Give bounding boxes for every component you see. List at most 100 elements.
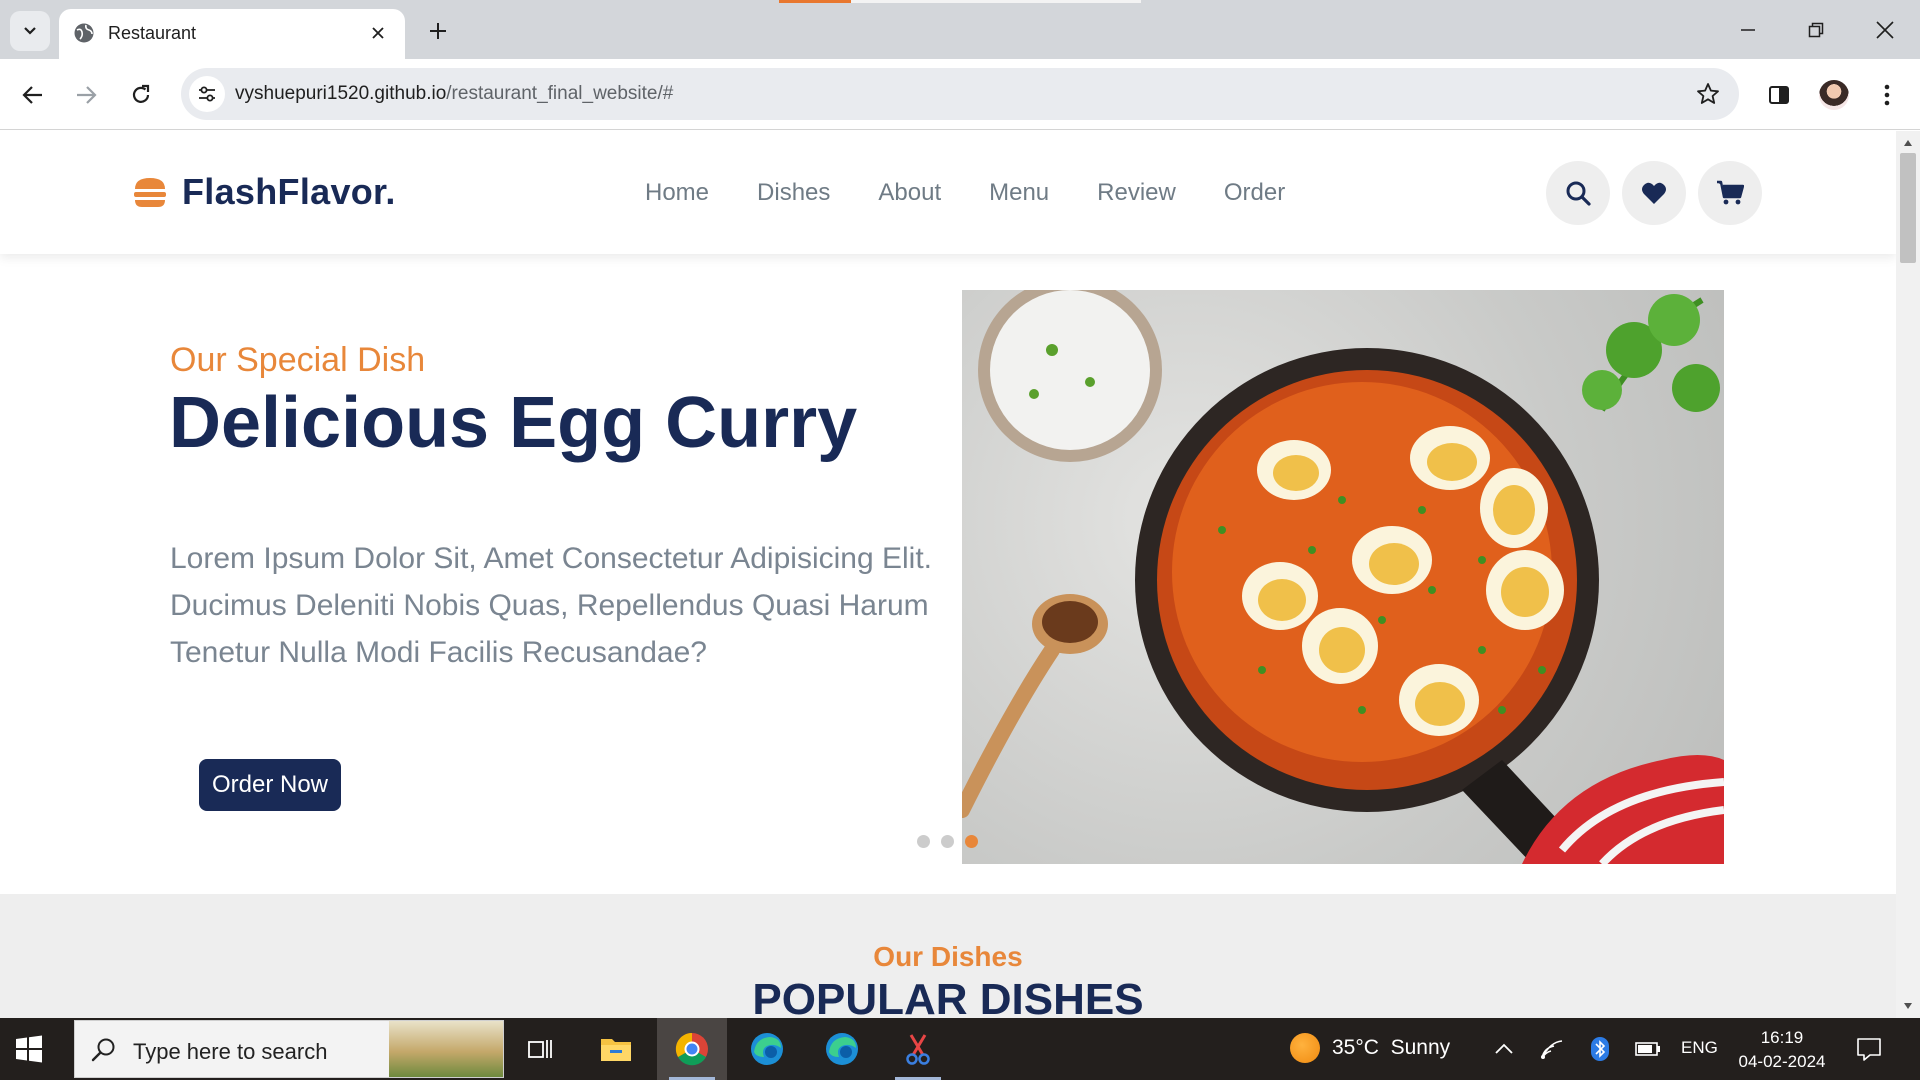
avatar [1819, 80, 1849, 110]
notification-icon [1857, 1038, 1881, 1061]
slider-dots [917, 835, 978, 848]
dishes-title: POPULAR DISHES [752, 975, 1144, 1018]
search-highlight-illustration [389, 1021, 503, 1077]
main-nav: Home Dishes About Menu Review Order [645, 179, 1285, 207]
heart-icon [1642, 182, 1666, 204]
hero-subtitle: Our Special Dish [170, 341, 426, 379]
url-text[interactable]: vyshuepuri1520.github.io/restaurant_fina… [235, 83, 673, 105]
star-icon [1697, 83, 1719, 104]
nav-about[interactable]: About [878, 179, 941, 207]
scissors-icon [906, 1034, 930, 1065]
browser-tab[interactable]: Restaurant [59, 9, 405, 59]
dishes-section: Our Dishes POPULAR DISHES [0, 894, 1896, 1018]
clock-time: 16:19 [1760, 1028, 1804, 1047]
tab-title: Restaurant [108, 23, 197, 43]
tab-search-button[interactable] [10, 11, 50, 51]
clock-date: 04-02-2024 [1738, 1052, 1826, 1071]
taskbar-search-placeholder: Type here to search [133, 1039, 328, 1064]
side-panel-icon [1769, 86, 1789, 104]
triangle-up-icon [1904, 140, 1912, 146]
nav-menu[interactable]: Menu [989, 179, 1049, 207]
hero-description: Lorem Ipsum Dolor Sit, Amet Consectetur … [170, 542, 932, 669]
notifications-button[interactable] [1854, 1034, 1884, 1064]
task-view-button[interactable] [506, 1018, 576, 1080]
more-vert-icon [1884, 84, 1890, 106]
folder-icon [601, 1039, 631, 1061]
cart-button[interactable] [1698, 161, 1762, 225]
reload-button[interactable] [121, 75, 161, 115]
page-scrollbar[interactable] [1896, 131, 1920, 1018]
battery-icon [1635, 1042, 1660, 1056]
bluetooth-icon [1591, 1037, 1609, 1061]
burger-icon [134, 178, 166, 207]
favorites-button[interactable] [1622, 161, 1686, 225]
reload-icon [132, 84, 150, 103]
taskbar-chrome[interactable] [657, 1018, 727, 1080]
site-header: FlashFlavor. Home Dishes About Menu Revi… [0, 131, 1896, 254]
restore-button[interactable] [1786, 8, 1846, 52]
scroll-down-arrow[interactable] [1902, 1000, 1914, 1012]
tab-close-button[interactable] [365, 20, 391, 46]
logo[interactable]: FlashFlavor. [132, 171, 396, 213]
task-view-icon [528, 1040, 552, 1058]
wifi-icon [1541, 1040, 1563, 1059]
minimize-button[interactable] [1718, 8, 1778, 52]
globe-icon [74, 23, 94, 43]
network-button[interactable] [1539, 1036, 1565, 1062]
profile-button[interactable] [1814, 75, 1854, 115]
nav-order[interactable]: Order [1224, 179, 1285, 207]
slider-dot-1[interactable] [917, 835, 930, 848]
restore-icon [1808, 22, 1824, 38]
url-path: /restaurant_final_website/# [446, 83, 674, 104]
taskbar-edge[interactable] [732, 1018, 802, 1080]
battery-button[interactable] [1635, 1036, 1661, 1062]
slider-dot-2[interactable] [941, 835, 954, 848]
chrome-icon [675, 1032, 708, 1066]
taskbar-file-explorer[interactable] [581, 1018, 651, 1080]
taskbar-edge-beta[interactable] [807, 1018, 877, 1080]
egg-curry-image [962, 290, 1724, 864]
arrow-right-icon [77, 86, 97, 104]
input-language[interactable]: ENG [1681, 1038, 1718, 1058]
nav-home[interactable]: Home [645, 179, 709, 207]
search-icon [1566, 181, 1591, 206]
page-viewport: FlashFlavor. Home Dishes About Menu Revi… [0, 131, 1896, 1018]
taskbar-snipping-tool[interactable] [883, 1018, 953, 1080]
logo-text: FlashFlavor. [182, 171, 396, 212]
new-tab-button[interactable] [421, 14, 455, 48]
weather-text: 35°C Sunny [1332, 1036, 1451, 1059]
cart-icon [1717, 180, 1744, 205]
weather-widget[interactable]: 35°C Sunny [1290, 1033, 1450, 1063]
back-button[interactable] [13, 75, 53, 115]
scroll-up-arrow[interactable] [1902, 137, 1914, 149]
minimize-icon [1741, 29, 1755, 31]
dishes-subtitle: Our Dishes [873, 941, 1023, 972]
tune-icon [199, 86, 215, 102]
slider-dot-3[interactable] [965, 835, 978, 848]
nav-review[interactable]: Review [1097, 179, 1176, 207]
chevron-up-icon [1495, 1043, 1513, 1054]
windows-start-icon[interactable] [14, 1034, 44, 1064]
edge-icon [751, 1033, 783, 1065]
taskbar-search-box[interactable]: Type here to search [74, 1020, 504, 1078]
search-button[interactable] [1546, 161, 1610, 225]
scroll-thumb[interactable] [1900, 153, 1916, 263]
side-panel-button[interactable] [1759, 75, 1799, 115]
bluetooth-button[interactable] [1587, 1036, 1613, 1062]
browser-tabstrip: Restaurant [0, 0, 1920, 59]
nav-dishes[interactable]: Dishes [757, 179, 830, 207]
show-hidden-icons-button[interactable] [1491, 1036, 1517, 1062]
close-window-button[interactable] [1855, 8, 1915, 52]
site-info-button[interactable] [189, 76, 225, 112]
taskbar-clock[interactable]: 16:19 04-02-2024 [1732, 1026, 1832, 1074]
browser-menu-button[interactable] [1867, 75, 1907, 115]
bookmark-button[interactable] [1695, 81, 1721, 107]
search-icon [91, 1038, 115, 1062]
triangle-down-icon [1904, 1003, 1912, 1009]
chevron-down-icon [24, 27, 36, 35]
arrow-left-icon [22, 86, 42, 104]
forward-button[interactable] [66, 75, 106, 115]
close-icon [372, 27, 384, 39]
address-bar[interactable]: vyshuepuri1520.github.io/restaurant_fina… [181, 68, 1739, 120]
order-now-button[interactable]: Order Now [199, 759, 341, 811]
